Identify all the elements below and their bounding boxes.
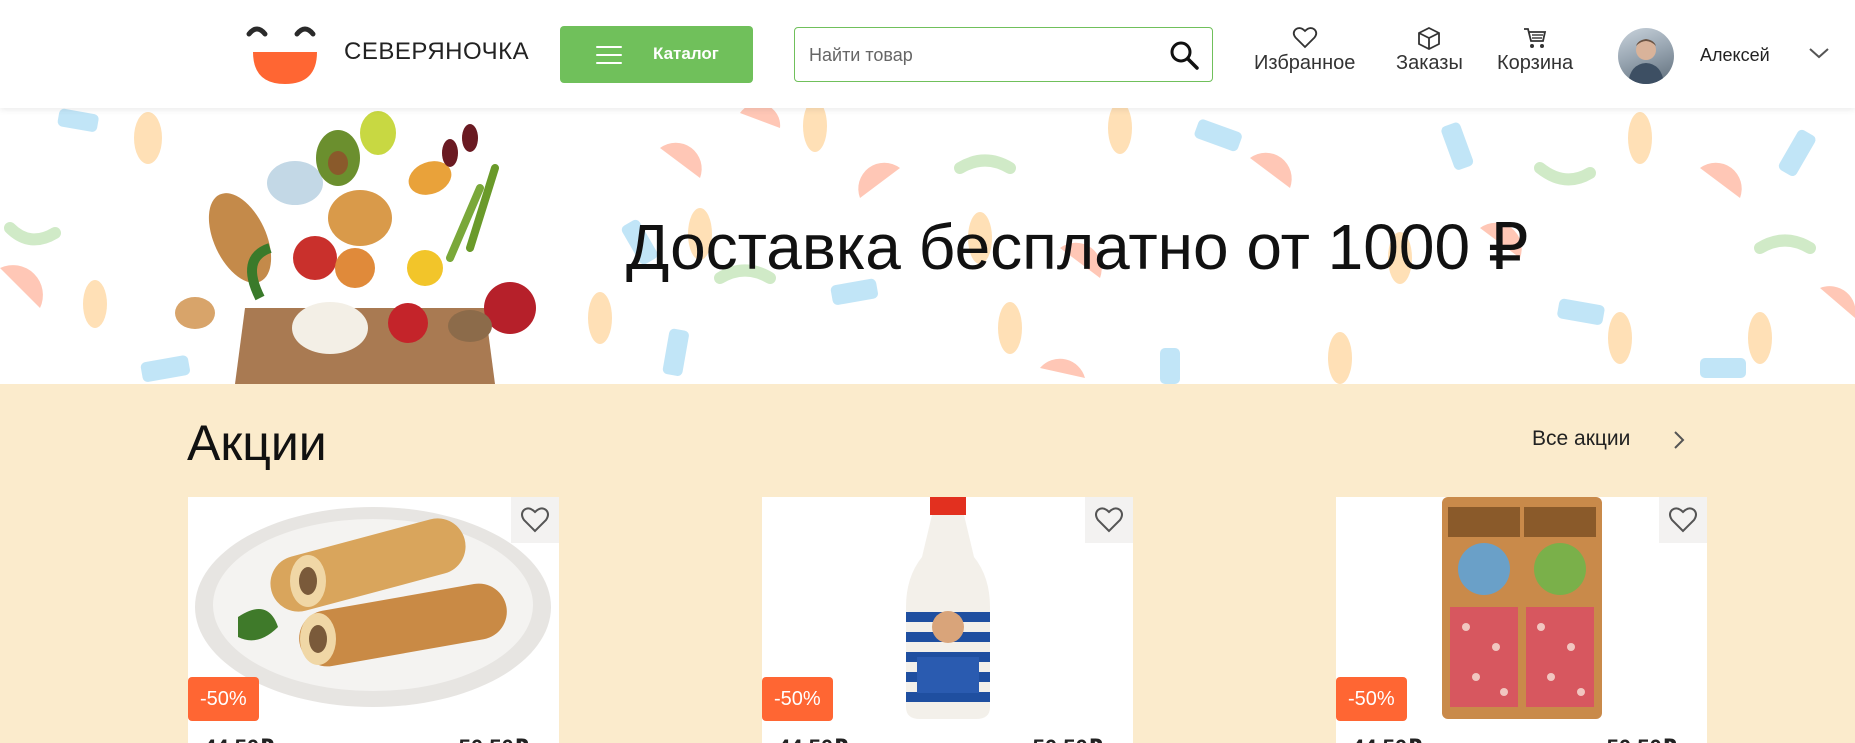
search-input[interactable]: [809, 42, 1149, 68]
nav-cart[interactable]: Корзина: [1497, 26, 1573, 75]
groceries-image: [175, 111, 536, 384]
cart-icon: [1524, 28, 1547, 48]
user-photo-icon: [1628, 39, 1664, 84]
heart-icon: [521, 507, 549, 533]
nav-favorites-label: Избранное: [1254, 52, 1356, 74]
user-name[interactable]: Алексей: [1700, 45, 1770, 66]
favorite-button[interactable]: [1085, 497, 1133, 543]
site-header: СЕВЕРЯНОЧКА Каталог Избранное Заказы Кор…: [0, 0, 1855, 108]
heart-icon: [1669, 507, 1697, 533]
price-new: 50,50₽: [459, 735, 529, 743]
price-new: 50,50₽: [1607, 735, 1677, 743]
all-promos-link[interactable]: Все акции: [1532, 427, 1630, 451]
nav-cart-label: Корзина: [1497, 52, 1574, 74]
brand-name[interactable]: СЕВЕРЯНОЧКА: [344, 38, 529, 66]
price-new: 50,50₽: [1033, 735, 1103, 743]
nav-orders-label: Заказы: [1396, 52, 1463, 74]
menu-icon: [596, 46, 622, 64]
heart-icon: [1292, 27, 1317, 49]
price-old: 44,50₽: [778, 735, 848, 743]
avatar[interactable]: [1618, 28, 1674, 84]
price-old: 44,50₽: [204, 735, 274, 743]
product-card[interactable]: -50% 44,50₽ 50,50₽: [1336, 497, 1707, 743]
product-card[interactable]: -50% 44,50₽ 50,50₽: [188, 497, 559, 743]
discount-badge: -50%: [188, 677, 259, 721]
price-old: 44,50₽: [1352, 735, 1422, 743]
catalog-label: Каталог: [653, 44, 719, 63]
banner-headline: Доставка бесплатно от 1000 ₽: [626, 211, 1529, 283]
discount-badge: -50%: [762, 677, 833, 721]
logo-icon[interactable]: [245, 22, 325, 86]
search-icon[interactable]: [1168, 39, 1200, 71]
nav-favorites[interactable]: Избранное: [1254, 26, 1355, 75]
product-card[interactable]: -50% 44,50₽ 50,50₽: [762, 497, 1133, 743]
heart-icon: [1095, 507, 1123, 533]
nav-orders[interactable]: Заказы: [1396, 26, 1463, 75]
discount-badge: -50%: [1336, 677, 1407, 721]
favorite-button[interactable]: [1659, 497, 1707, 543]
favorite-button[interactable]: [511, 497, 559, 543]
section-title: Акции: [187, 415, 327, 471]
box-icon: [1418, 26, 1441, 50]
promo-section: Акции Все акции -50% 44,50₽ 50,50₽: [0, 384, 1855, 743]
delivery-banner[interactable]: Доставка бесплатно от 1000 ₽: [0, 108, 1855, 384]
chevron-right-icon[interactable]: [1672, 429, 1686, 451]
catalog-button[interactable]: Каталог: [560, 26, 753, 83]
search-box: [794, 27, 1213, 82]
chevron-down-icon[interactable]: [1808, 46, 1830, 60]
